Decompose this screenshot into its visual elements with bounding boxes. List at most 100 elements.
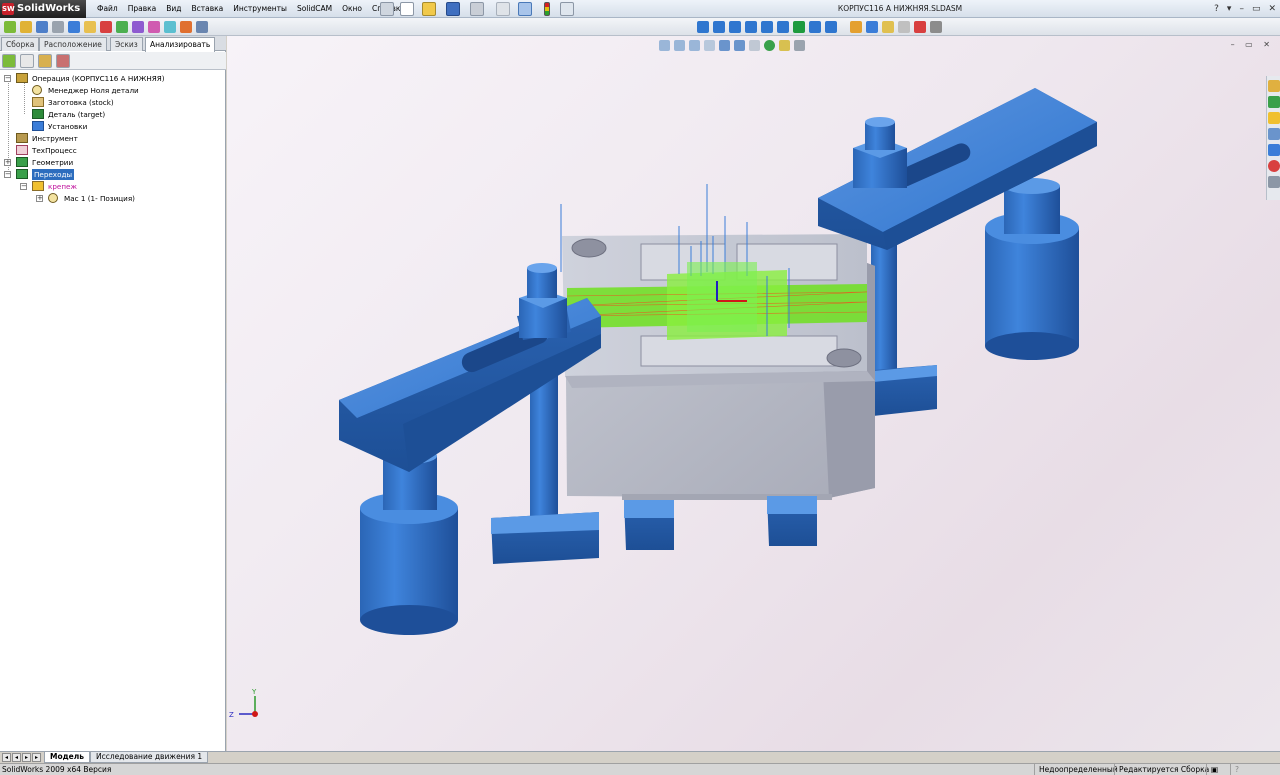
expand-icon[interactable]: +: [4, 159, 11, 166]
transform-6-icon[interactable]: [777, 21, 789, 33]
tree-item-fixture-label: крепеж: [48, 182, 77, 191]
solidcam-3d-milling-icon[interactable]: [116, 21, 128, 33]
solidcam-simulate-icon[interactable]: [148, 21, 160, 33]
solid-green-icon[interactable]: [793, 21, 805, 33]
solidcam-profile-icon[interactable]: [100, 21, 112, 33]
last-tab-icon[interactable]: ▸: [32, 753, 41, 762]
help-indicator-icon[interactable]: ?: [1230, 764, 1278, 775]
tree-item-stock[interactable]: Заготовка (stock): [4, 97, 224, 108]
tree-item-target[interactable]: Деталь (target): [4, 109, 224, 120]
select-cursor-icon[interactable]: [518, 2, 532, 16]
rebuild-indicator-icon[interactable]: ▣: [1206, 764, 1226, 775]
undo-icon[interactable]: [496, 2, 510, 16]
solidcam-hsm-icon[interactable]: [132, 21, 144, 33]
tree-item-tool-label: Инструмент: [32, 134, 78, 143]
target-icon: [32, 109, 44, 119]
left-front-support[interactable]: [360, 448, 458, 635]
property-manager-icon[interactable]: [38, 54, 52, 68]
version-text: SolidWorks 2009 x64 Версия: [2, 765, 112, 774]
tree-item-part-zero[interactable]: Менеджер Ноля детали: [4, 85, 224, 96]
expand-icon[interactable]: +: [36, 195, 43, 202]
solidcam-target-icon[interactable]: [36, 21, 48, 33]
menu-edit[interactable]: Правка: [123, 0, 162, 18]
solidcam-operation-icon[interactable]: [4, 21, 16, 33]
feature-manager-icon[interactable]: [20, 54, 34, 68]
transform-5-icon[interactable]: [761, 21, 773, 33]
first-tab-icon[interactable]: ◂: [2, 753, 11, 762]
collapse-icon[interactable]: −: [4, 75, 11, 82]
tree-item-settings[interactable]: Установки: [4, 121, 224, 132]
next-tab-icon[interactable]: ▸: [22, 753, 31, 762]
tab-layout[interactable]: Расположение: [39, 37, 107, 51]
tab-analyze[interactable]: Анализировать: [145, 37, 216, 52]
collapse-icon[interactable]: −: [20, 183, 27, 190]
menu-solidcam[interactable]: SolidCAM: [292, 0, 337, 18]
save-icon[interactable]: [446, 2, 460, 16]
solidcam-stock-icon[interactable]: [20, 21, 32, 33]
collision-icon[interactable]: [914, 21, 926, 33]
new-document-icon[interactable]: [400, 2, 414, 16]
app-logo[interactable]: SW SolidWorks: [0, 0, 86, 18]
transform-8-icon[interactable]: [825, 21, 837, 33]
tree-item-process-label: ТехПроцесс: [32, 146, 77, 155]
close-button[interactable]: ✕: [1268, 0, 1276, 18]
solidcam-geometry-icon[interactable]: [52, 21, 64, 33]
transform-4-icon[interactable]: [745, 21, 757, 33]
title-bar: SW SolidWorks Файл Правка Вид Вставка Ин…: [0, 0, 1280, 18]
menu-file[interactable]: Файл: [92, 0, 123, 18]
pin-icon[interactable]: [380, 2, 394, 16]
transform-1-icon[interactable]: [697, 21, 709, 33]
definition-state: Недоопределенный: [1034, 764, 1122, 775]
options-icon[interactable]: [560, 2, 574, 16]
tab-sketch[interactable]: Эскиз: [110, 37, 143, 51]
restore-button[interactable]: ▭: [1252, 0, 1261, 18]
tree-item-geometry[interactable]: + Геометрии: [4, 157, 224, 168]
tree-item-fixture[interactable]: − крепеж: [4, 181, 224, 192]
wrench-icon[interactable]: [866, 21, 878, 33]
transform-3-icon[interactable]: [729, 21, 741, 33]
right-rear-support[interactable]: [985, 178, 1079, 360]
menu-window[interactable]: Окно: [337, 0, 367, 18]
tab-assembly[interactable]: Сборка: [1, 37, 40, 51]
rebuild-traffic-light-icon[interactable]: [544, 2, 550, 16]
solidcam-pocket-icon[interactable]: [84, 21, 96, 33]
fixture-icon[interactable]: [850, 21, 862, 33]
tree-item-operations[interactable]: − Переходы: [4, 169, 224, 180]
configuration-manager-icon[interactable]: [56, 54, 70, 68]
tree-item-process[interactable]: ТехПроцесс: [4, 145, 224, 156]
tree-item-position-label: Мас 1 (1- Позиция): [64, 194, 135, 203]
vice-icon[interactable]: [898, 21, 910, 33]
assembly-model[interactable]: [227, 36, 1280, 751]
help-button[interactable]: ?: [1214, 0, 1219, 18]
tab-model[interactable]: Модель: [44, 752, 90, 763]
menu-tools[interactable]: Инструменты: [228, 0, 292, 18]
menu-insert[interactable]: Вставка: [187, 0, 229, 18]
graphics-viewport[interactable]: – ▭ ✕ Y Z: [227, 36, 1280, 751]
solidworks-window: SW SolidWorks Файл Правка Вид Вставка Ин…: [0, 0, 1280, 775]
solidcam-gcode-icon[interactable]: [164, 21, 176, 33]
menu-view[interactable]: Вид: [161, 0, 186, 18]
solidcam-drill-icon[interactable]: [68, 21, 80, 33]
window-controls: ? ▾ – ▭ ✕: [1214, 0, 1276, 18]
tree-item-tool[interactable]: Инструмент: [4, 133, 224, 144]
prev-tab-icon[interactable]: ◂: [12, 753, 21, 762]
tree-item-target-label: Деталь (target): [48, 110, 106, 119]
tree-item-position[interactable]: + Мас 1 (1- Позиция): [4, 193, 224, 204]
tab-motion-study[interactable]: Исследование движения 1: [90, 752, 209, 763]
open-folder-icon[interactable]: [422, 2, 436, 16]
left-strap-clamp[interactable]: [339, 263, 601, 472]
solidcam-tools-icon[interactable]: [196, 21, 208, 33]
collapse-icon[interactable]: −: [4, 171, 11, 178]
transform-2-icon[interactable]: [713, 21, 725, 33]
tree-item-operations-label: Переходы: [32, 169, 75, 180]
solidcam-calculate-icon[interactable]: [180, 21, 192, 33]
stock-icon: [32, 97, 44, 107]
tool-holder-icon[interactable]: [930, 21, 942, 33]
solidcam-manager-icon[interactable]: [2, 54, 16, 68]
clamp-icon[interactable]: [882, 21, 894, 33]
minimize-button[interactable]: –: [1239, 0, 1244, 18]
tree-root[interactable]: − Операция (КОРПУС116 А НИЖНЯЯ): [4, 73, 224, 84]
help-dropdown-button[interactable]: ▾: [1227, 0, 1232, 18]
transform-7-icon[interactable]: [809, 21, 821, 33]
print-icon[interactable]: [470, 2, 484, 16]
